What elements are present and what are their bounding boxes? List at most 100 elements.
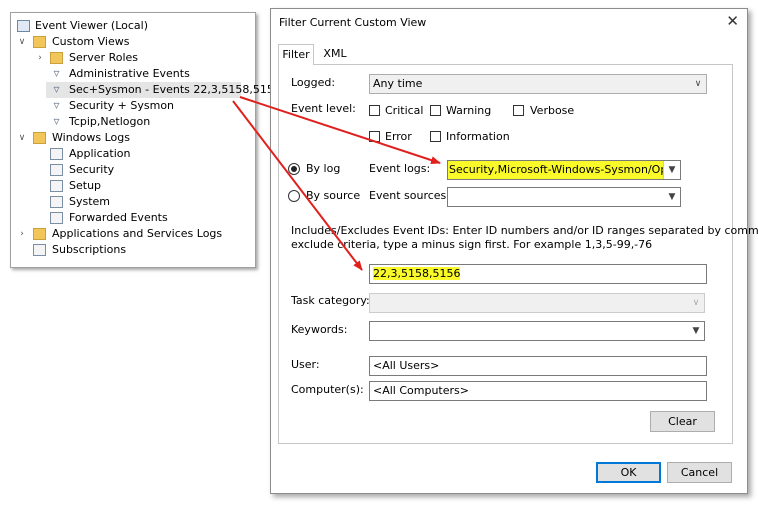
information-checkbox[interactable] [430, 131, 441, 142]
dropdown-arrow-icon: ▼ [663, 161, 680, 179]
chevron-down-icon[interactable]: ∨ [17, 130, 27, 146]
tree-item-system[interactable]: System [11, 194, 251, 210]
by-source-label: By source [306, 189, 361, 202]
event-logs-select[interactable]: Security,Microsoft-Windows-Sysmon/Operat… [447, 160, 681, 180]
task-category-select[interactable]: ∨ [369, 293, 705, 313]
tree-item-setup[interactable]: Setup [11, 178, 251, 194]
filter-icon: ▿ [53, 114, 60, 128]
tree-item-label: Security + Sysmon [69, 99, 175, 112]
tree-item-subscriptions[interactable]: Subscriptions [11, 242, 251, 258]
by-source-radio[interactable] [288, 190, 300, 202]
computer-value: <All Computers> [373, 384, 469, 397]
filter-icon: ▿ [53, 66, 60, 80]
event-ids-description-line2: exclude criteria, type a minus sign firs… [291, 238, 653, 251]
user-value: <All Users> [373, 359, 440, 372]
error-checkbox[interactable] [369, 131, 380, 142]
event-sources-label: Event sources: [369, 189, 450, 202]
subscriptions-icon [33, 244, 46, 256]
task-category-label: Task category: [291, 294, 370, 307]
filter-icon: ▿ [53, 98, 60, 112]
tree-item-custom-views[interactable]: ∨ Custom Views [11, 34, 251, 50]
folder-icon [50, 52, 63, 64]
log-icon [50, 196, 63, 208]
logged-label: Logged: [291, 76, 336, 89]
event-viewer-tree: Event Viewer (Local) ∨ Custom Views › Se… [10, 12, 281, 268]
folder-icon [33, 36, 46, 48]
warning-label: Warning [446, 104, 492, 117]
critical-checkbox[interactable] [369, 105, 380, 116]
by-log-radio[interactable] [288, 163, 300, 175]
ok-button[interactable]: OK [596, 462, 661, 483]
event-sources-select[interactable]: ▼ [447, 187, 681, 207]
filter-dialog: Filter Current Custom View ✕ Filter XML … [270, 8, 758, 494]
logged-select[interactable]: Any time ∨ [369, 74, 707, 94]
log-icon [50, 164, 63, 176]
tree-item-label: System [69, 195, 111, 208]
close-icon[interactable]: ✕ [726, 12, 739, 30]
event-level-label: Event level: [291, 102, 356, 115]
log-icon [50, 148, 63, 160]
tree-item-forwarded-events[interactable]: Forwarded Events [11, 210, 251, 226]
dropdown-arrow-icon: ▼ [668, 192, 676, 202]
tree-item-label: Windows Logs [52, 131, 130, 144]
keywords-label: Keywords: [291, 323, 348, 336]
chevron-down-icon: ∨ [692, 298, 700, 308]
verbose-label: Verbose [530, 104, 575, 117]
log-icon [50, 212, 63, 224]
information-label: Information [446, 130, 510, 143]
tree-item-windows-logs[interactable]: ∨ Windows Logs [11, 130, 251, 146]
tree-item-label: Security [69, 163, 115, 176]
tree-item-label: Event Viewer (Local) [35, 19, 148, 32]
tree-item-label: Administrative Events [69, 67, 190, 80]
tree-item-label: Setup [69, 179, 102, 192]
filter-icon: ▿ [53, 82, 60, 96]
keywords-select[interactable]: ▼ [369, 321, 705, 341]
chevron-down-icon: ∨ [694, 79, 702, 89]
tree-item-label: Sec+Sysmon - Events 22,3,5158,5156 [69, 83, 281, 96]
chevron-right-icon[interactable]: › [17, 226, 27, 242]
tree-item-event-viewer-local[interactable]: Event Viewer (Local) [11, 18, 251, 34]
dropdown-arrow-icon: ▼ [692, 326, 700, 336]
tree-item-label: Applications and Services Logs [52, 227, 223, 240]
log-icon [50, 180, 63, 192]
error-label: Error [385, 130, 412, 143]
cancel-button[interactable]: Cancel [667, 462, 732, 483]
tree-item-label: Tcpip,Netlogon [69, 115, 151, 128]
tree-item-tcpip-netlogon[interactable]: ▿ Tcpip,Netlogon [11, 114, 251, 130]
tree-item-label: Custom Views [52, 35, 130, 48]
user-input[interactable]: <All Users> [369, 356, 707, 376]
event-ids-input[interactable]: 22,3,5158,5156 [369, 264, 707, 284]
chevron-down-icon[interactable]: ∨ [17, 34, 27, 50]
tree-item-server-roles[interactable]: › Server Roles [11, 50, 251, 66]
tab-xml[interactable]: XML [314, 44, 356, 64]
event-ids-description-line1: Includes/Excludes Event IDs: Enter ID nu… [291, 224, 758, 237]
tree-item-security[interactable]: Security [11, 162, 251, 178]
tree-item-label: Forwarded Events [69, 211, 168, 224]
warning-checkbox[interactable] [430, 105, 441, 116]
dialog-title: Filter Current Custom View [279, 16, 427, 29]
computer-input[interactable]: <All Computers> [369, 381, 707, 401]
chevron-right-icon[interactable]: › [35, 50, 45, 66]
event-logs-value: Security,Microsoft-Windows-Sysmon/Operat… [449, 163, 680, 176]
user-label: User: [291, 358, 320, 371]
tab-filter[interactable]: Filter [278, 44, 314, 65]
clear-button[interactable]: Clear [650, 411, 715, 432]
tree-item-sec-sysmon-events[interactable]: ▿ Sec+Sysmon - Events 22,3,5158,5156 [46, 82, 281, 98]
tree-item-application[interactable]: Application [11, 146, 251, 162]
folder-icon [33, 228, 46, 240]
tree-item-label: Application [69, 147, 131, 160]
tree-item-label: Subscriptions [52, 243, 127, 256]
tree-item-administrative-events[interactable]: ▿ Administrative Events [11, 66, 251, 82]
filter-panel: Logged: Any time ∨ Event level: Critical… [278, 64, 758, 444]
tree-item-applications-services-logs[interactable]: › Applications and Services Logs [11, 226, 251, 242]
logged-value: Any time [373, 77, 423, 90]
event-viewer-icon [17, 20, 30, 32]
event-logs-label: Event logs: [369, 162, 431, 175]
verbose-checkbox[interactable] [513, 105, 524, 116]
tree-item-security-sysmon[interactable]: ▿ Security + Sysmon [11, 98, 251, 114]
folder-icon [33, 132, 46, 144]
tree-item-label: Server Roles [69, 51, 139, 64]
critical-label: Critical [385, 104, 424, 117]
by-log-label: By log [306, 162, 341, 175]
computer-label: Computer(s): [291, 383, 364, 396]
